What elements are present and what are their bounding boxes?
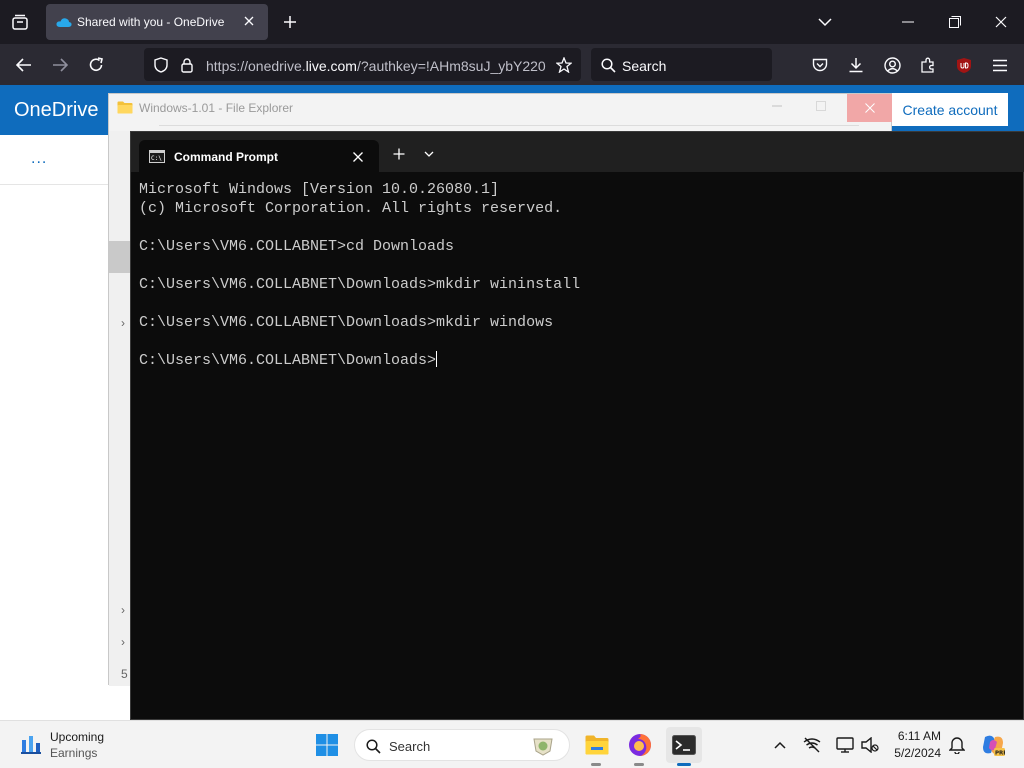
terminal-line: C:\Users\VM6.COLLABNET\Downloads>mkdir w…	[139, 276, 581, 293]
url-domain: live.com	[305, 58, 357, 74]
terminal-titlebar: C:\ Command Prompt	[131, 132, 1024, 172]
text-cursor	[436, 351, 438, 367]
terminal-tab-title: Command Prompt	[174, 150, 279, 164]
new-terminal-tab-icon[interactable]	[390, 145, 408, 163]
onedrive-cloud-icon	[56, 16, 72, 28]
tab-onedrive[interactable]: Shared with you - OneDrive	[46, 4, 268, 40]
notification-bell-icon[interactable]	[946, 734, 968, 756]
running-indicator	[591, 763, 601, 766]
command-prompt-window[interactable]: C:\ Command Prompt Microsoft Windows [Ve…	[130, 131, 1024, 720]
create-account-button[interactable]: Create account	[892, 93, 1008, 126]
more-options-button[interactable]: ...	[31, 150, 47, 168]
stock-chart-icon[interactable]	[20, 731, 42, 755]
address-bar[interactable]: https://onedrive.live.com/?authkey=!AHm8…	[144, 48, 581, 81]
url-rest: /?authkey=!AHm8suJ_ybY220	[356, 58, 546, 74]
running-indicator	[634, 763, 644, 766]
downloads-icon[interactable]	[844, 53, 868, 77]
url-prefix: https://onedrive.	[206, 58, 306, 74]
search-placeholder: Search	[622, 58, 667, 74]
volume-muted-icon[interactable]	[859, 734, 881, 756]
terminal-output[interactable]: Microsoft Windows [Version 10.0.26080.1]…	[139, 180, 1019, 710]
bookmark-star-icon[interactable]	[554, 55, 574, 75]
url-text: https://onedrive.live.com/?authkey=!AHm8…	[206, 58, 546, 74]
tab-overview-icon[interactable]	[8, 11, 32, 33]
explorer-navigation-pane: › › › 5	[109, 131, 131, 686]
terminal-line: C:\Users\VM6.COLLABNET>cd Downloads	[139, 238, 455, 255]
shield-icon[interactable]	[152, 56, 170, 74]
terminal-line: (c) Microsoft Corporation. All rights re…	[139, 200, 563, 217]
search-highlight-icon	[531, 735, 555, 757]
status-item-count: 5	[121, 667, 128, 681]
explorer-maximize-icon[interactable]	[813, 98, 829, 114]
display-settings-icon[interactable]	[834, 734, 856, 756]
svg-text:PRE: PRE	[995, 751, 1005, 757]
active-app-indicator	[677, 763, 691, 766]
explorer-minimize-icon[interactable]	[769, 98, 785, 114]
expand-chevron-icon[interactable]: ›	[121, 316, 125, 330]
tab-command-prompt[interactable]: C:\ Command Prompt	[139, 140, 379, 172]
account-icon[interactable]	[880, 53, 904, 77]
pocket-icon[interactable]	[808, 53, 832, 77]
browser-tab-strip: Shared with you - OneDrive	[0, 0, 1024, 44]
firefox-taskbar-icon[interactable]	[626, 731, 654, 759]
expand-chevron-icon[interactable]: ›	[121, 603, 125, 617]
taskbar-search-box[interactable]: Search	[354, 729, 570, 761]
search-icon	[599, 56, 617, 74]
terminal-line: C:\Users\VM6.COLLABNET\Downloads>mkdir w…	[139, 314, 554, 331]
tab-close-icon[interactable]	[238, 10, 260, 32]
clock-date[interactable]: 5/2/2024	[889, 746, 941, 760]
windows-start-icon[interactable]	[314, 733, 340, 757]
restore-icon[interactable]	[944, 11, 966, 33]
terminal-prompt-line[interactable]: C:\Users\VM6.COLLABNET\Downloads>	[139, 351, 1019, 370]
explorer-scrollbar-thumb[interactable]	[109, 241, 131, 273]
forward-arrow-icon[interactable]	[48, 53, 72, 77]
terminal-dropdown-icon[interactable]	[420, 145, 438, 163]
navigation-toolbar: https://onedrive.live.com/?authkey=!AHm8…	[0, 44, 1024, 85]
extensions-icon[interactable]	[916, 53, 940, 77]
file-explorer-title: Windows-1.01 - File Explorer	[139, 101, 294, 115]
taskbar-search-label: Search	[389, 739, 431, 754]
search-bar[interactable]: Search	[591, 48, 772, 81]
command-prompt-icon: C:\	[149, 149, 165, 163]
explorer-close-icon[interactable]	[847, 94, 892, 122]
widget-title[interactable]: Upcoming	[50, 730, 104, 744]
explorer-divider	[159, 125, 859, 126]
folder-icon	[117, 100, 133, 114]
search-icon	[364, 737, 382, 755]
show-hidden-icons-icon[interactable]	[770, 735, 790, 755]
reload-icon[interactable]	[84, 53, 108, 77]
onedrive-command-area	[0, 135, 108, 185]
clock-time[interactable]: 6:11 AM	[895, 729, 941, 743]
hamburger-menu-icon[interactable]	[988, 53, 1012, 77]
close-window-icon[interactable]	[990, 11, 1012, 33]
onedrive-brand[interactable]: OneDrive	[14, 99, 98, 122]
file-explorer-taskbar-icon[interactable]	[583, 731, 611, 759]
terminal-prompt: C:\Users\VM6.COLLABNET\Downloads>	[139, 352, 437, 369]
network-disconnected-icon[interactable]	[801, 734, 823, 756]
terminal-line: Microsoft Windows [Version 10.0.26080.1]	[139, 181, 500, 198]
svg-text:C:\: C:\	[151, 155, 162, 162]
terminal-taskbar-icon[interactable]	[666, 727, 702, 763]
widget-subtitle: Earnings	[50, 746, 98, 760]
new-tab-icon[interactable]	[279, 11, 301, 33]
tab-title: Shared with you - OneDrive	[77, 15, 225, 29]
list-all-tabs-icon[interactable]	[814, 11, 836, 33]
windows-taskbar: Upcoming Earnings Search 6:11 AM 5/2/202…	[0, 720, 1024, 768]
back-arrow-icon[interactable]	[12, 53, 36, 77]
ublock-origin-icon[interactable]	[952, 53, 976, 77]
expand-chevron-icon[interactable]: ›	[121, 635, 125, 649]
minimize-icon[interactable]	[897, 11, 919, 33]
close-tab-icon[interactable]	[349, 148, 367, 166]
lock-icon[interactable]	[178, 56, 196, 74]
copilot-icon[interactable]: PRE	[980, 732, 1006, 758]
